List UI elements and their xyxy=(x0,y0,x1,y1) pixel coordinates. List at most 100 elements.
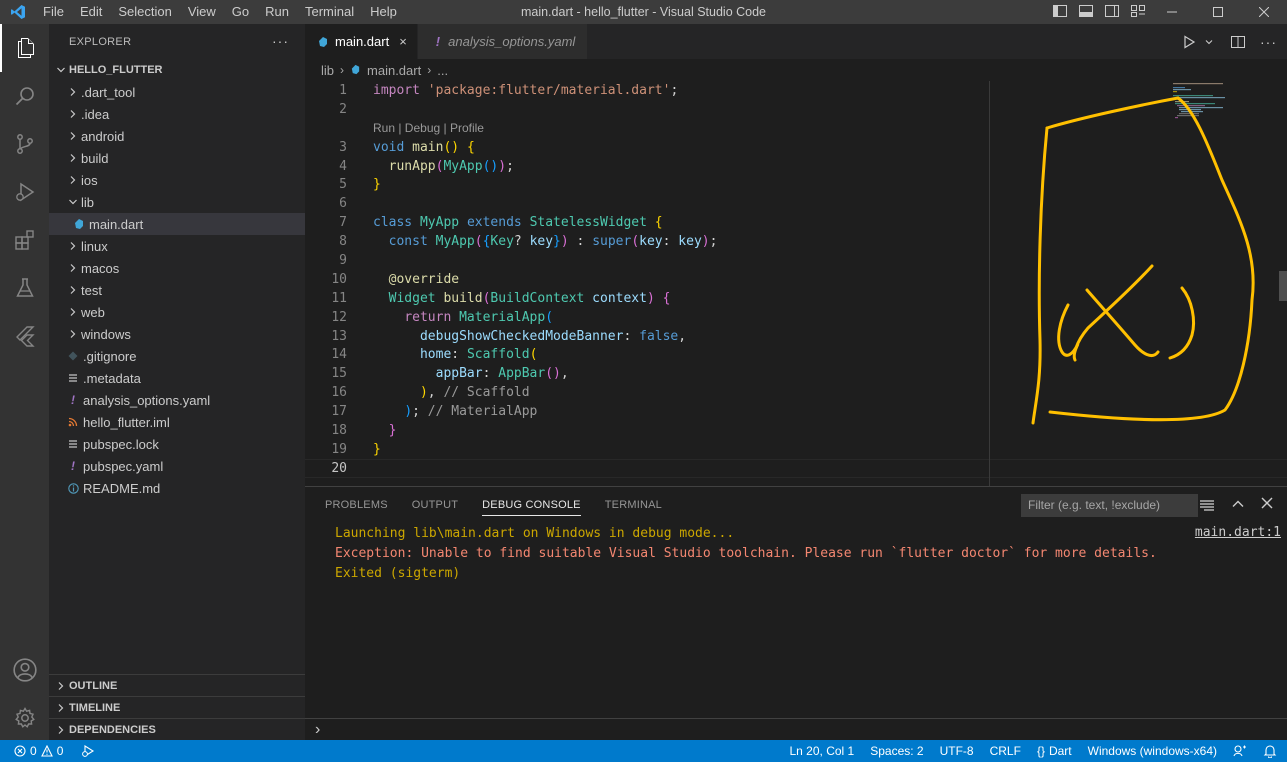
close-window-button[interactable] xyxy=(1241,0,1287,24)
activity-manage[interactable] xyxy=(0,694,49,742)
bell-icon[interactable] xyxy=(1263,744,1277,758)
code-token: void xyxy=(373,139,405,155)
cursor-position[interactable]: Ln 20, Col 1 xyxy=(790,744,855,758)
tab-label: PROBLEMS xyxy=(325,499,388,511)
dependencies-section[interactable]: DEPENDENCIES xyxy=(49,718,305,740)
workspace-root[interactable]: HELLO_FLUTTER xyxy=(49,59,305,81)
menu-edit[interactable]: Edit xyxy=(72,0,110,24)
activity-extensions[interactable] xyxy=(0,216,49,264)
tab-terminal[interactable]: TERMINAL xyxy=(593,487,674,523)
line-number: 19 xyxy=(331,441,347,457)
menu-file[interactable]: File xyxy=(35,0,72,24)
tab-problems[interactable]: PROBLEMS xyxy=(313,487,400,523)
tree-file[interactable]: hello_flutter.iml xyxy=(49,411,305,433)
code-token: : xyxy=(662,234,679,250)
more-actions-icon[interactable]: ··· xyxy=(1260,34,1277,50)
breadcrumb-folder[interactable]: lib xyxy=(321,63,334,78)
tree-file[interactable]: pubspec.lock xyxy=(49,433,305,455)
tree-file[interactable]: README.md xyxy=(49,477,305,499)
tab-output[interactable]: OUTPUT xyxy=(400,487,470,523)
tree-folder[interactable]: build xyxy=(49,147,305,169)
toggle-primary-sidebar-icon[interactable] xyxy=(1052,3,1068,19)
code-token: Key xyxy=(490,234,514,250)
debug-status[interactable] xyxy=(81,744,95,758)
tree-item-label: README.md xyxy=(83,480,161,496)
activity-flutter[interactable] xyxy=(0,312,49,360)
tree-item-label: test xyxy=(81,282,102,298)
tab-analysis-options[interactable]: ! analysis_options.yaml xyxy=(417,24,588,59)
outline-section[interactable]: OUTLINE xyxy=(49,674,305,696)
language-mode[interactable]: {} Dart xyxy=(1037,744,1072,758)
console-filter-input[interactable]: Filter (e.g. text, !exclude) xyxy=(1021,494,1198,517)
tree-folder[interactable]: android xyxy=(49,125,305,147)
tab-debug-console[interactable]: DEBUG CONSOLE xyxy=(470,487,593,523)
tree-folder[interactable]: macos xyxy=(49,257,305,279)
timeline-section[interactable]: TIMELINE xyxy=(49,696,305,718)
prompt-icon: › xyxy=(315,720,321,738)
editor-scrollbar[interactable] xyxy=(1279,271,1287,301)
activity-accounts[interactable] xyxy=(0,646,49,694)
code-token: } xyxy=(373,441,381,457)
run-icon[interactable] xyxy=(1182,34,1196,49)
menu-help[interactable]: Help xyxy=(362,0,405,24)
code-editor[interactable]: 1 import 'package:flutter/material.dart';… xyxy=(305,81,1287,486)
tree-folder[interactable]: web xyxy=(49,301,305,323)
minimap[interactable] xyxy=(1165,81,1285,486)
problems-status[interactable]: 0 0 xyxy=(14,744,63,758)
activity-source-control[interactable] xyxy=(0,120,49,168)
run-debug-icon xyxy=(15,182,34,202)
breadcrumb-symbol[interactable]: ... xyxy=(437,63,448,78)
tree-file[interactable]: ! analysis_options.yaml xyxy=(49,389,305,411)
toggle-panel-icon[interactable] xyxy=(1078,3,1094,19)
tree-folder[interactable]: linux xyxy=(49,235,305,257)
close-tab-button[interactable]: × xyxy=(399,34,407,49)
tree-file[interactable]: ! pubspec.yaml xyxy=(49,455,305,477)
breadcrumb-file[interactable]: main.dart xyxy=(367,63,421,78)
feedback-icon[interactable] xyxy=(1233,744,1247,758)
encoding[interactable]: UTF-8 xyxy=(940,744,974,758)
tree-folder[interactable]: ios xyxy=(49,169,305,191)
close-panel-icon[interactable] xyxy=(1261,497,1273,509)
tree-file[interactable]: .gitignore xyxy=(49,345,305,367)
account-icon xyxy=(12,658,37,682)
split-editor-icon[interactable] xyxy=(1230,34,1246,50)
toggle-secondary-sidebar-icon[interactable] xyxy=(1104,3,1120,19)
chevron-down-icon[interactable] xyxy=(1204,37,1214,47)
indentation[interactable]: Spaces: 2 xyxy=(870,744,923,758)
more-actions-button[interactable]: ··· xyxy=(272,33,289,49)
code-line: 19} xyxy=(305,440,1287,459)
code-line: 13 debugShowCheckedModeBanner: false, xyxy=(305,327,1287,346)
tree-file[interactable]: .metadata xyxy=(49,367,305,389)
menu-view[interactable]: View xyxy=(180,0,224,24)
minimize-button[interactable] xyxy=(1149,0,1195,24)
chevron-up-icon[interactable] xyxy=(1231,497,1245,511)
maximize-icon xyxy=(1213,7,1223,17)
menu-run[interactable]: Run xyxy=(257,0,297,24)
maximize-button[interactable] xyxy=(1195,0,1241,24)
tree-file-selected[interactable]: main.dart xyxy=(49,213,305,235)
tab-main-dart[interactable]: main.dart × xyxy=(305,24,418,59)
tree-folder[interactable]: .idea xyxy=(49,103,305,125)
codelens-actions[interactable]: Run | Debug | Profile xyxy=(305,119,1287,138)
clear-console-icon[interactable] xyxy=(1199,497,1215,513)
chevron-right-icon xyxy=(65,153,81,163)
line-ending[interactable]: CRLF xyxy=(990,744,1021,758)
customize-layout-icon[interactable] xyxy=(1130,3,1146,19)
tree-folder[interactable]: .dart_tool xyxy=(49,81,305,103)
code-token: AppBar xyxy=(498,366,546,382)
activity-run-debug[interactable] xyxy=(0,168,49,216)
tree-folder[interactable]: windows xyxy=(49,323,305,345)
menu-terminal[interactable]: Terminal xyxy=(297,0,362,24)
console-input[interactable]: › xyxy=(305,718,1287,740)
tree-folder-open[interactable]: lib xyxy=(49,191,305,213)
activity-explorer[interactable] xyxy=(0,24,49,72)
menu-bar: File Edit Selection View Go Run Terminal… xyxy=(35,0,405,24)
source-link[interactable]: main.dart:1 xyxy=(1195,523,1281,543)
activity-search[interactable] xyxy=(0,72,49,120)
menu-go[interactable]: Go xyxy=(224,0,257,24)
tree-folder[interactable]: test xyxy=(49,279,305,301)
code-token: ) xyxy=(419,385,428,401)
menu-selection[interactable]: Selection xyxy=(110,0,179,24)
flutter-device[interactable]: Windows (windows-x64) xyxy=(1088,744,1217,758)
activity-testing[interactable] xyxy=(0,264,49,312)
